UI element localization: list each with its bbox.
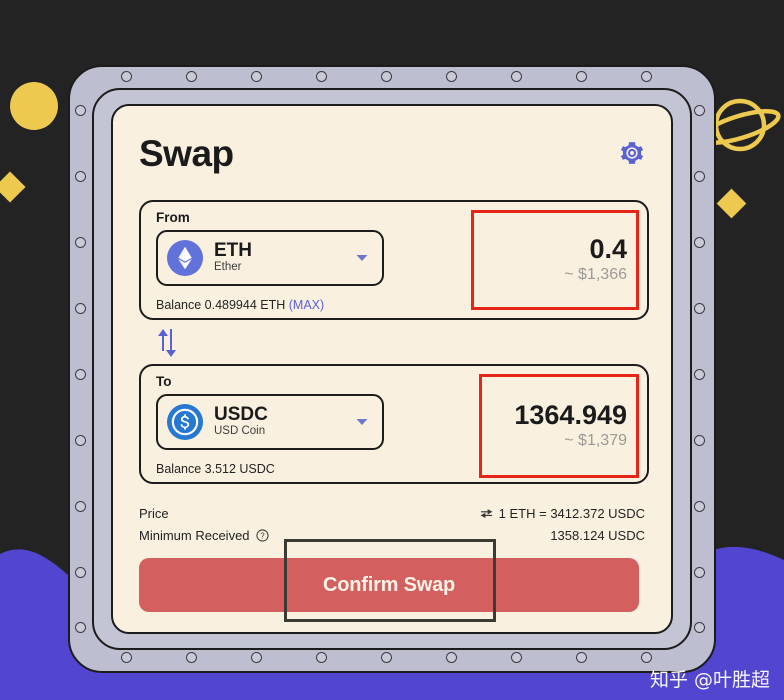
frame-rivet — [75, 435, 86, 446]
from-token-text: ETH Ether — [214, 239, 356, 275]
price-value: 1 ETH = 3412.372 USDC — [498, 505, 645, 521]
swap-horizontal-arrows-icon[interactable] — [480, 508, 493, 519]
settings-button[interactable] — [617, 138, 647, 168]
confirm-swap-button[interactable]: Confirm Swap — [139, 558, 639, 612]
frame-rivet — [694, 501, 705, 512]
switch-tokens-button[interactable] — [153, 328, 181, 358]
minimum-received-row: Minimum Received ? 1358.124 USDC — [139, 524, 645, 546]
from-balance: Balance 0.489944 ETH (MAX) — [156, 298, 324, 312]
to-amount-box[interactable]: 1364.949 ~ $1,379 — [479, 374, 639, 478]
from-token-symbol: ETH — [214, 239, 252, 261]
frame-rivet — [511, 652, 522, 663]
to-panel: To USDC USD Coin Balance 3.512 USDC 1364… — [139, 364, 649, 484]
chevron-down-icon — [356, 419, 368, 425]
chevron-down-icon — [356, 255, 368, 261]
from-token-name: Ether — [214, 261, 242, 274]
frame-rivet — [694, 171, 705, 182]
question-circle-icon[interactable]: ? — [255, 528, 269, 542]
frame-rivet — [316, 71, 327, 82]
from-label: From — [156, 210, 190, 225]
price-row: Price 1 ETH = 3412.372 USDC — [139, 502, 645, 524]
frame-rivet — [576, 652, 587, 663]
from-amount-box[interactable]: 0.4 ~ $1,366 — [471, 210, 639, 310]
frame-rivet — [641, 71, 652, 82]
frame-rivet — [511, 71, 522, 82]
to-token-name: USD Coin — [214, 425, 266, 438]
frame-rivet — [251, 71, 262, 82]
from-token-select[interactable]: ETH Ether — [156, 230, 384, 286]
frame-rivet — [576, 71, 587, 82]
frame-rivet — [75, 171, 86, 182]
ethereum-icon — [167, 240, 203, 276]
frame-rivet — [121, 652, 132, 663]
minimum-received-label: Minimum Received — [139, 527, 250, 543]
frame-rivet — [381, 652, 392, 663]
frame-rivet — [121, 71, 132, 82]
swap-details: Price 1 ETH = 3412.372 USDC Minimum Rece… — [139, 502, 645, 546]
to-balance-text: Balance 3.512 USDC — [156, 462, 275, 476]
frame-rivet — [694, 105, 705, 116]
to-balance: Balance 3.512 USDC — [156, 462, 275, 476]
to-amount-value: 1364.949 — [514, 400, 627, 431]
minimum-value-group: 1358.124 USDC — [550, 528, 645, 543]
to-token-symbol: USDC — [214, 403, 268, 425]
svg-text:?: ? — [260, 531, 265, 540]
usdc-icon — [167, 404, 203, 440]
frame-rivet — [75, 369, 86, 380]
frame-rivet — [75, 501, 86, 512]
minimum-label-group: Minimum Received ? — [139, 528, 269, 543]
frame-rivet — [251, 652, 262, 663]
frame-rivet — [446, 652, 457, 663]
frame-rivet — [186, 652, 197, 663]
minimum-received-value: 1358.124 USDC — [550, 527, 645, 543]
frame-rivet — [75, 303, 86, 314]
to-token-select[interactable]: USDC USD Coin — [156, 394, 384, 450]
frame-rivet — [641, 652, 652, 663]
card-header: Swap — [139, 124, 647, 182]
price-label: Price — [139, 505, 169, 521]
frame-rivet — [694, 435, 705, 446]
frame-rivet — [75, 105, 86, 116]
frame-rivet — [694, 369, 705, 380]
frame-rivet — [694, 303, 705, 314]
frame-rivet — [75, 567, 86, 578]
frame-rivet — [186, 71, 197, 82]
frame-rivet — [446, 71, 457, 82]
page-title: Swap — [139, 132, 234, 174]
from-panel: From ETH Ether Balance 0.489944 ETH (MAX… — [139, 200, 649, 320]
to-token-text: USDC USD Coin — [214, 403, 356, 439]
swap-card: Swap From ETH Ether Balance 0.489944 ETH… — [111, 104, 673, 634]
to-label: To — [156, 374, 172, 389]
watermark: 知乎 @叶胜超 — [649, 669, 770, 691]
gear-icon — [620, 142, 644, 164]
to-amount-usd: ~ $1,379 — [564, 431, 627, 449]
price-value-group: 1 ETH = 3412.372 USDC — [480, 506, 645, 521]
frame-rivet — [75, 237, 86, 248]
frame-rivet — [694, 622, 705, 633]
frame-rivet — [316, 652, 327, 663]
price-label-group: Price — [139, 506, 169, 521]
frame-rivet — [75, 622, 86, 633]
from-balance-text: Balance 0.489944 ETH — [156, 298, 286, 312]
from-amount-usd: ~ $1,366 — [564, 265, 627, 283]
from-amount-value: 0.4 — [589, 234, 627, 265]
frame-rivet — [694, 237, 705, 248]
from-max-button[interactable]: (MAX) — [289, 298, 324, 312]
frame-rivet — [694, 567, 705, 578]
swap-vertical-arrows-icon — [158, 329, 176, 357]
frame-rivet — [381, 71, 392, 82]
